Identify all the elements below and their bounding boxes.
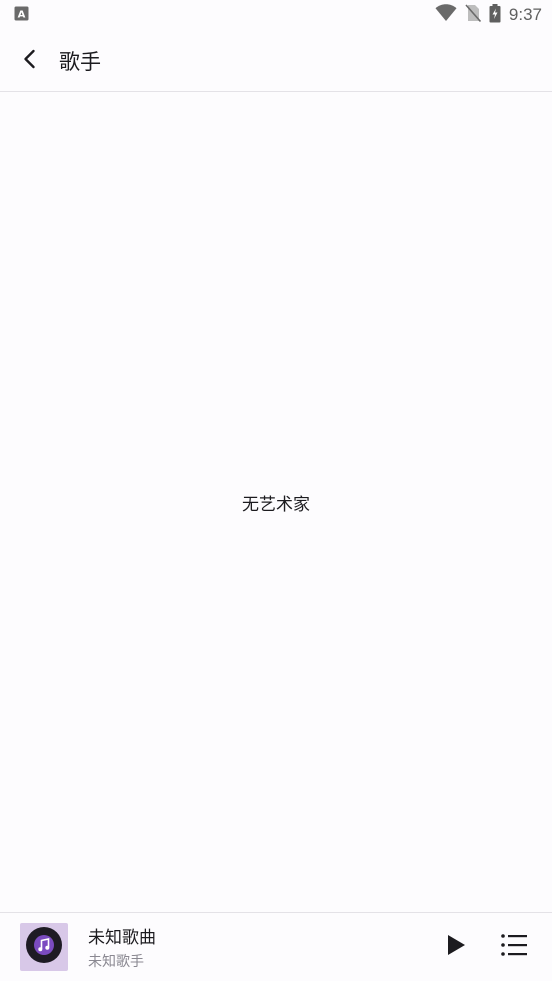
album-cover[interactable] [20,923,68,971]
song-info[interactable]: 未知歌曲 未知歌手 [88,923,434,971]
wifi-icon [435,4,457,26]
svg-text:A: A [18,9,26,20]
status-bar: A 9:37 [0,0,552,30]
no-sim-icon [465,4,482,26]
song-artist: 未知歌手 [88,954,144,970]
artist-screen: A 9:37 歌手 无艺术家 未知歌曲 未知歌手 [0,0,552,981]
back-button[interactable] [10,41,50,81]
status-left: A [14,6,29,25]
empty-state-message: 无艺术家 [242,495,310,515]
music-disc-icon [25,926,63,968]
keyboard-a-icon: A [14,6,29,25]
page-title: 歌手 [59,49,101,74]
playlist-icon [501,934,527,960]
song-title: 未知歌曲 [88,928,156,948]
play-icon [446,934,466,960]
mini-player[interactable]: 未知歌曲 未知歌手 [0,912,552,981]
back-arrow-icon [22,49,38,73]
status-time: 9:37 [508,5,542,24]
app-bar: 歌手 [0,30,552,92]
play-button[interactable] [434,925,478,969]
status-right: 9:37 [435,3,542,27]
battery-charging-icon [489,3,501,27]
playlist-button[interactable] [492,925,536,969]
